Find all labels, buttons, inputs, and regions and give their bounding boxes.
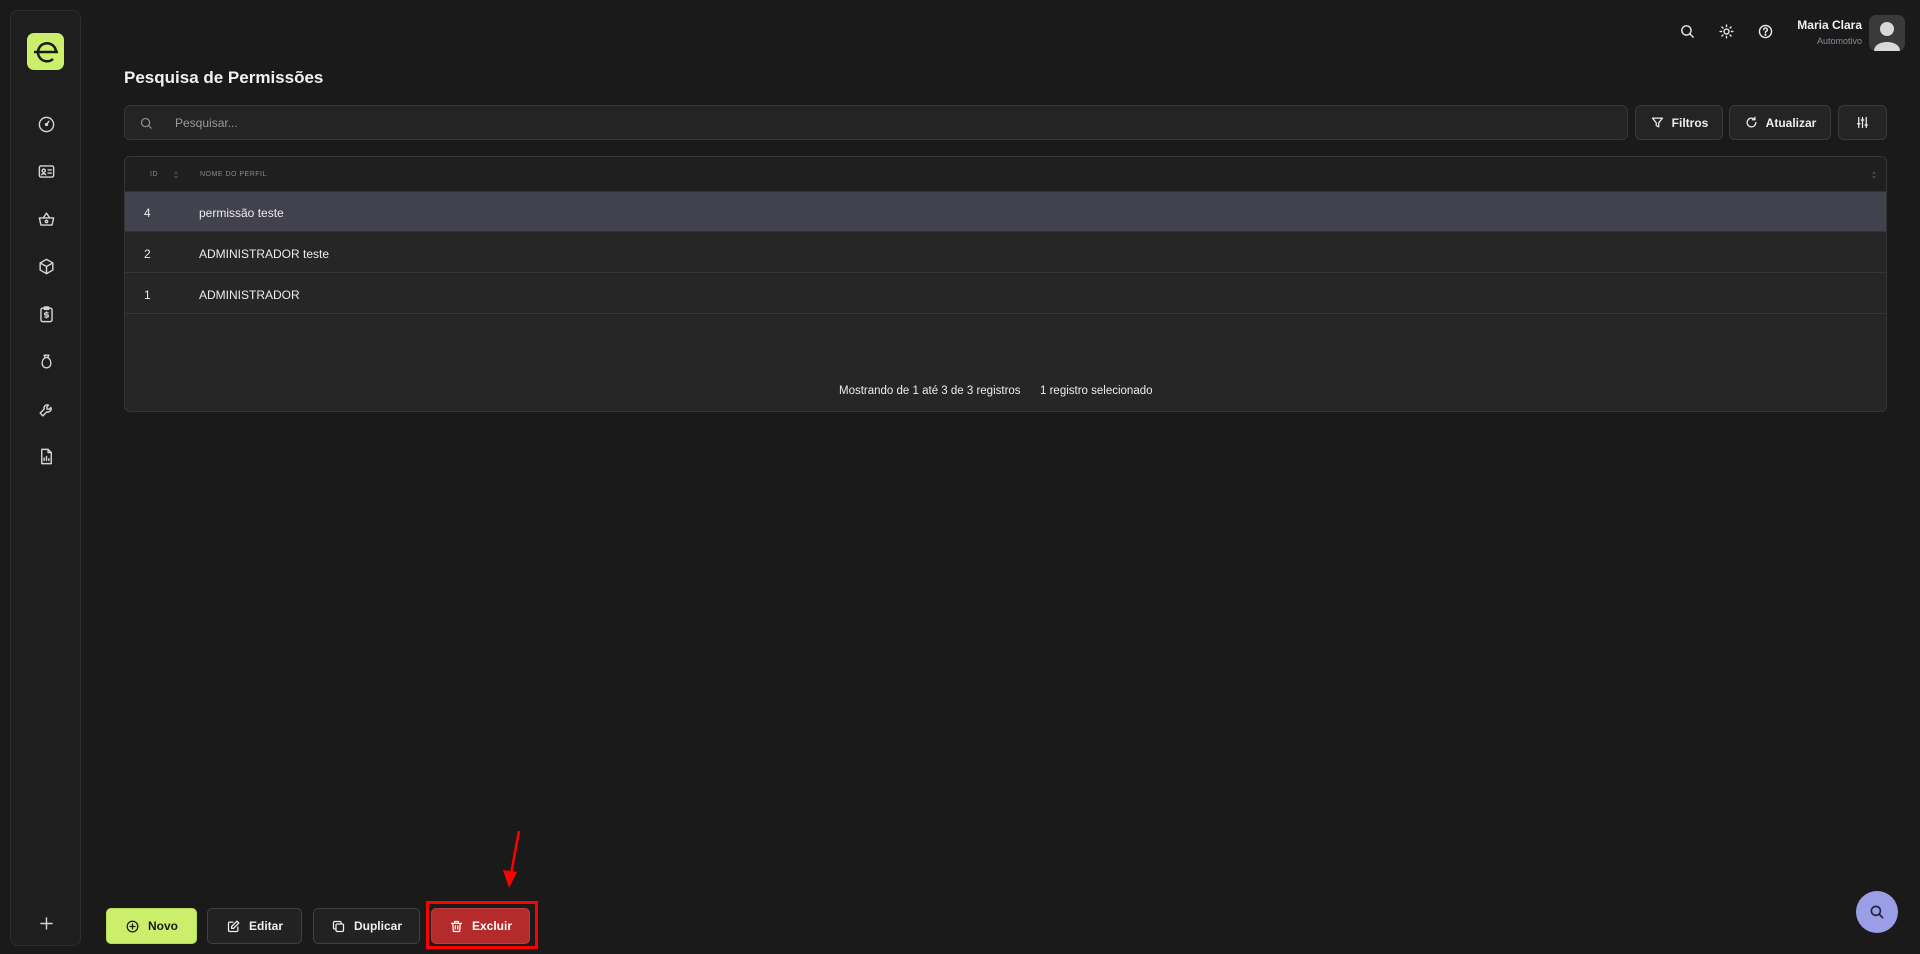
wrench-icon [38,403,52,417]
cell-id: 1 [144,288,151,302]
dashboard-gauge-icon [38,116,54,132]
logo-e-icon [33,41,58,63]
column-header-profile-name[interactable]: NOME DO PERFIL [200,171,267,178]
search-icon [1680,24,1694,38]
permissions-table: ID NOME DO PERFIL 4 permissão teste 2 AD… [124,156,1887,412]
sidebar-item-sales[interactable] [33,206,59,232]
search-field[interactable] [124,105,1628,140]
plus-icon [39,916,53,930]
filters-button-label: Filtros [1671,115,1709,130]
arrow-annotation-icon [503,830,521,888]
new-button[interactable]: Novo [106,908,197,944]
page-title: Pesquisa de Permissões [124,68,324,87]
sun-icon [1718,23,1734,39]
refresh-button[interactable]: Atualizar [1729,105,1831,140]
edit-button-label: Editar [248,919,283,933]
sidebar-add-button[interactable] [33,910,59,936]
floating-search-button[interactable] [1856,891,1898,933]
search-input[interactable] [175,106,1575,139]
refresh-button-label: Atualizar [1765,115,1817,130]
table-row[interactable]: 1 ADMINISTRADOR [125,274,1886,314]
selection-summary: 1 registro selecionado [1040,385,1153,397]
sidebar-item-dashboard[interactable] [33,111,59,137]
basket-icon [38,211,54,226]
table-row[interactable]: 4 permissão teste [125,192,1886,232]
user-avatar-icon [1874,22,1900,51]
new-button-label: Novo [148,919,178,933]
duplicate-button[interactable]: Duplicar [313,908,420,944]
sidebar-item-contacts[interactable] [33,158,59,184]
filter-funnel-icon [1651,117,1663,128]
column-settings-button[interactable] [1838,105,1887,140]
user-name[interactable]: Maria Clara [1797,18,1862,32]
table-header: ID NOME DO PERFIL [125,157,1886,192]
id-card-icon [38,164,54,178]
sidebar-item-reports[interactable] [33,443,59,469]
cell-id: 4 [144,206,151,220]
column-header-id[interactable]: ID [150,171,158,178]
search-icon [140,117,152,129]
help-circle-icon [1758,24,1772,38]
app-logo[interactable] [27,33,64,70]
highlight-annotation [426,901,538,949]
table-row[interactable]: 2 ADMINISTRADOR teste [125,233,1886,273]
money-bag-icon [40,353,52,369]
report-chart-icon [40,448,52,464]
avatar[interactable] [1869,15,1905,51]
pencil-square-icon [227,920,240,932]
cell-profile-name: permissão teste [199,206,284,220]
filters-button[interactable]: Filtros [1635,105,1723,140]
plus-circle-icon [126,920,139,932]
help-button[interactable] [1754,20,1776,42]
sliders-icon [1856,116,1869,129]
sidebar-item-products[interactable] [33,253,59,279]
theme-toggle-button[interactable] [1715,20,1737,42]
cell-id: 2 [144,247,151,261]
cell-profile-name: ADMINISTRADOR teste [199,247,330,261]
sidebar-item-cash[interactable] [33,348,59,374]
sidebar-item-services[interactable] [33,396,59,422]
clipboard-dollar-icon [39,305,53,322]
refresh-icon [1746,116,1757,128]
search-icon [1870,905,1884,919]
edit-button[interactable]: Editar [207,908,302,944]
package-box-icon [38,258,54,274]
cell-profile-name: ADMINISTRADOR [199,288,300,302]
sidebar [10,10,81,946]
duplicate-button-label: Duplicar [353,919,402,933]
global-search-button[interactable] [1676,20,1698,42]
sidebar-item-finance[interactable] [33,301,59,327]
sort-icon[interactable] [173,170,179,180]
sort-icon[interactable] [1871,170,1877,180]
copy-icon [332,920,345,932]
user-company: Automotivo [1816,36,1862,46]
pagination-summary: Mostrando de 1 até 3 de 3 registros [839,385,1021,397]
